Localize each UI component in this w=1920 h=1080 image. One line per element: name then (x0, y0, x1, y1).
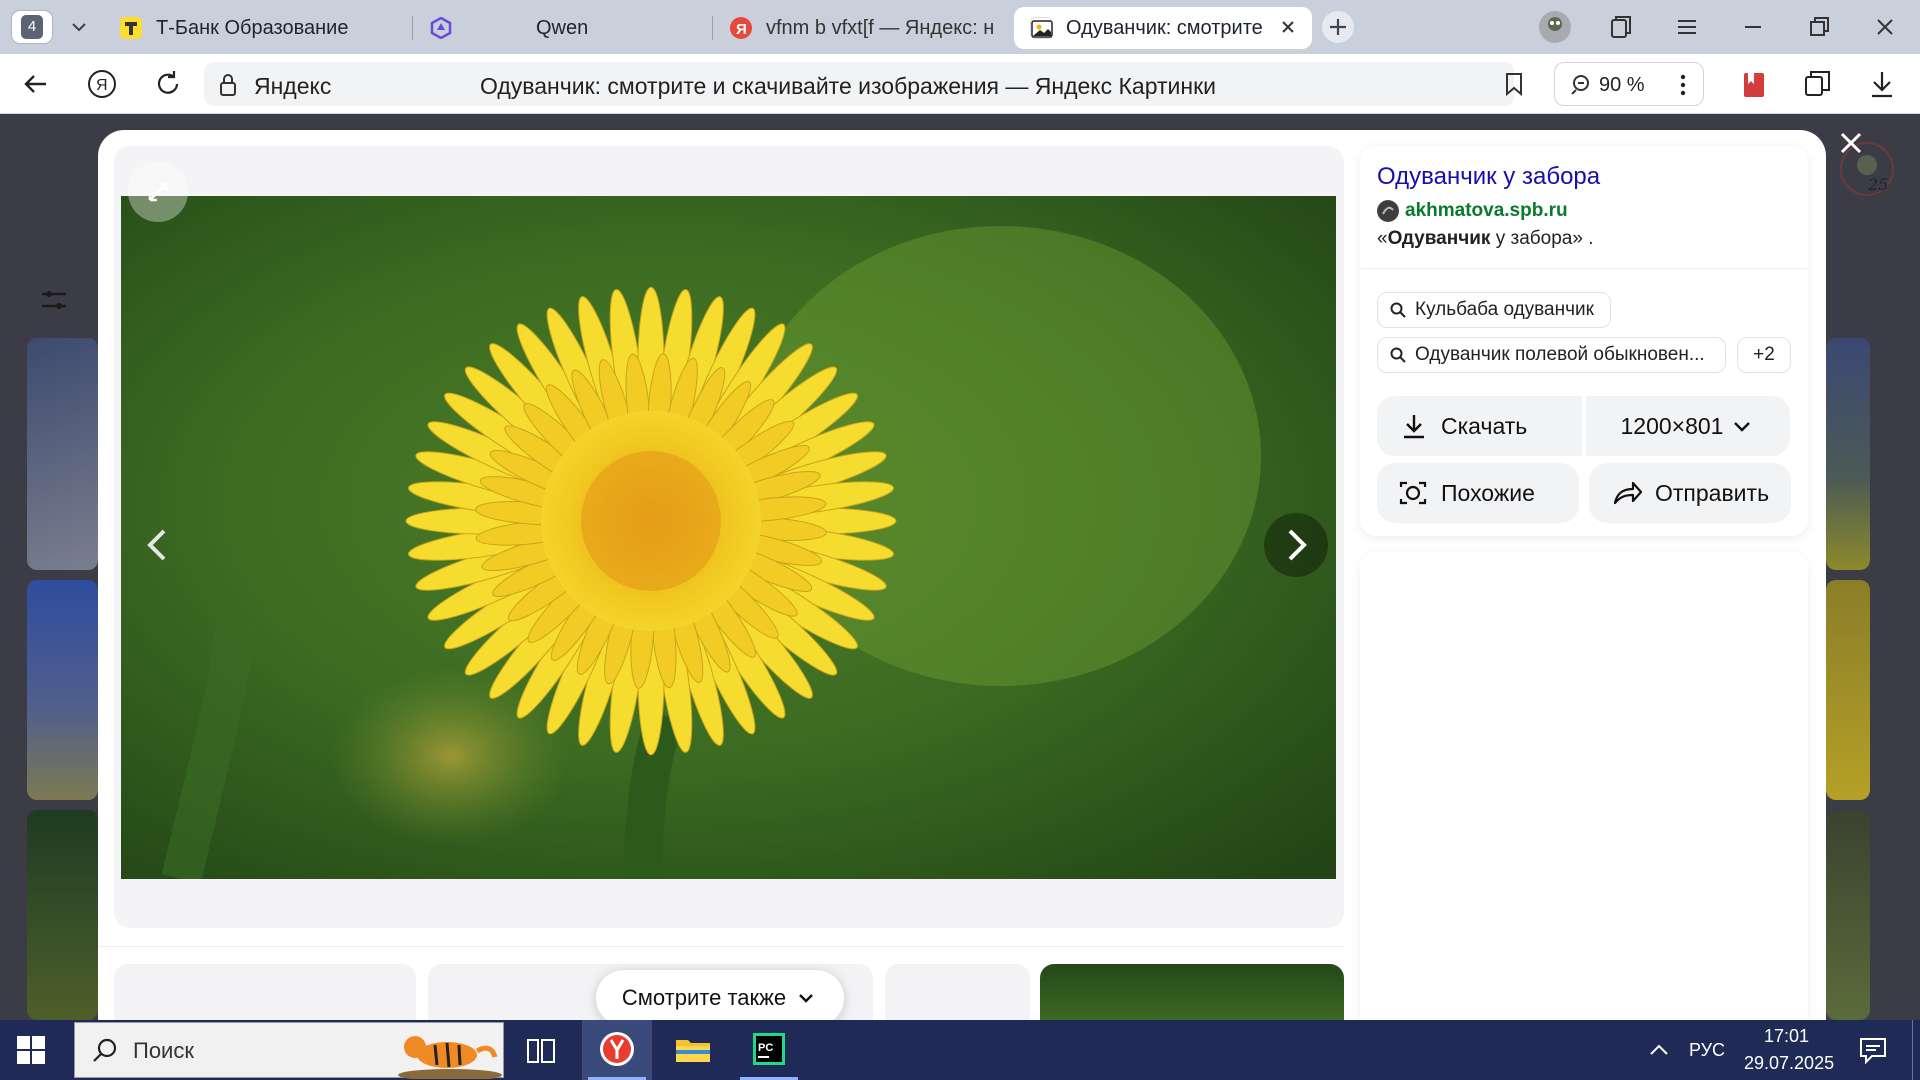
clock-date[interactable]: 29.07.2025 (1744, 1053, 1834, 1074)
address-bar[interactable]: Яндекс Одуванчик: смотрите и скачивайте … (204, 62, 1522, 106)
tab-title: Qwen (536, 16, 589, 39)
tab-yandex-search[interactable]: Я vfnm b vfxt[f — Яндекс: н (730, 7, 1000, 49)
task-view-icon[interactable] (506, 1020, 576, 1080)
expand-fullscreen-icon[interactable] (128, 162, 188, 222)
yandex-browser-taskbar-icon[interactable] (582, 1020, 652, 1080)
windows-start-icon[interactable] (16, 1035, 46, 1065)
svg-text:25: 25 (1867, 175, 1888, 194)
more-tags-chip[interactable]: +2 (1737, 337, 1791, 373)
search-icon (91, 1037, 119, 1070)
image-icon (1030, 17, 1053, 39)
related-query-chip[interactable]: Одуванчик полевой обыкновен... (1377, 337, 1726, 373)
tab-title: Т-Банк Образование (156, 16, 349, 39)
tab-strip: 4 Т-Банк Образование Qwen Я vfnm b vfxt[… (0, 0, 1920, 54)
background-thumbnail (27, 810, 98, 1020)
chevron-down-icon (1734, 422, 1751, 432)
download-icon (1404, 415, 1424, 439)
result-title-link[interactable]: Одуванчик у забора (1377, 163, 1600, 191)
zoom-level: 90 % (1599, 74, 1645, 96)
keyboard-language[interactable]: РУС (1689, 1040, 1725, 1061)
share-button[interactable]: Отправить (1589, 463, 1791, 523)
extension-icon[interactable] (1736, 66, 1772, 102)
next-image-icon[interactable] (1264, 513, 1328, 577)
yandex-icon: Я (730, 17, 752, 39)
search-icon (1390, 302, 1406, 318)
result-snippet: «Одуванчик у забора» . (1377, 228, 1594, 249)
svg-text:Я: Я (96, 77, 108, 94)
tab-title: Одуванчик: смотрите и ск (1066, 16, 1266, 39)
address-domain: Яндекс (254, 73, 332, 99)
tab-list-chevron-icon[interactable] (64, 13, 94, 41)
tab-tbank[interactable]: Т-Банк Образование (120, 7, 400, 49)
svg-text:PC: PC (758, 1042, 773, 1054)
close-viewer-icon[interactable] (1834, 126, 1868, 160)
tab-counter-button[interactable]: 4 (12, 11, 52, 43)
lock-icon (216, 72, 240, 103)
divider (98, 946, 1344, 947)
divider (1361, 268, 1807, 269)
navigation-bar: Я Яндекс Одуванчик: смотрите и скачивайт… (0, 54, 1920, 114)
zoom-indicator[interactable]: 90 % (1554, 62, 1704, 106)
pycharm-icon[interactable]: PC (734, 1020, 804, 1080)
new-tab-plus-icon[interactable] (1322, 11, 1354, 43)
camera-scan-icon (1399, 481, 1427, 505)
share-arrow-icon (1613, 481, 1643, 505)
reload-icon[interactable] (150, 66, 186, 102)
source-domain: akhmatova.spb.ru (1405, 200, 1568, 221)
side-panel-lower (1360, 552, 1808, 1032)
svg-text:Я: Я (736, 21, 747, 38)
tbank-icon (120, 17, 142, 39)
search-placeholder: Поиск (133, 1038, 194, 1063)
previous-image-icon[interactable] (126, 513, 190, 577)
minimize-icon[interactable] (1736, 10, 1770, 44)
tab-separator (712, 16, 713, 40)
tab-qwen[interactable]: Qwen (430, 7, 690, 49)
zoom-magnifier-icon (1569, 73, 1593, 102)
restore-icon[interactable] (1802, 10, 1836, 44)
yandex-home-icon[interactable]: Я (84, 66, 120, 102)
download-button[interactable]: Скачать (1377, 396, 1582, 456)
see-also-button[interactable]: Смотрите также (596, 970, 844, 1026)
background-thumbnail (27, 580, 98, 800)
background-thumbnail (1826, 580, 1870, 800)
similar-images-button[interactable]: Похожие (1377, 463, 1579, 523)
image-size-dropdown[interactable]: 1200×801 (1586, 396, 1790, 456)
source-link[interactable]: akhmatova.spb.ru (1377, 199, 1568, 223)
collections-icon[interactable] (1604, 10, 1638, 44)
more-options-icon[interactable] (1673, 71, 1693, 104)
tiger-illustration-icon (395, 1023, 505, 1080)
tab-close-icon[interactable] (1278, 17, 1298, 43)
bookmark-icon[interactable] (1500, 70, 1528, 103)
tray-chevron-up-icon[interactable] (1646, 1038, 1672, 1067)
clock-time[interactable]: 17:01 (1764, 1026, 1809, 1047)
qwen-icon (430, 16, 452, 40)
background-thumbnail (1826, 810, 1870, 1020)
close-window-icon[interactable] (1868, 10, 1902, 44)
chevron-down-icon (799, 994, 813, 1003)
site-favicon-icon (1377, 200, 1399, 222)
notifications-icon[interactable] (1858, 1036, 1888, 1069)
search-icon (1390, 347, 1406, 363)
tabs-sync-icon[interactable] (1800, 66, 1836, 102)
file-explorer-icon[interactable] (658, 1020, 728, 1080)
tab-count: 4 (21, 15, 43, 39)
show-desktop-button[interactable] (1912, 1020, 1920, 1080)
dandelion-photo[interactable] (121, 196, 1336, 879)
tab-dandelion-images[interactable]: Одуванчик: смотрите и ск (1014, 7, 1312, 49)
tab-title: vfnm b vfxt[f — Яндекс: н (766, 16, 995, 39)
back-arrow-icon[interactable] (18, 66, 54, 102)
background-thumbnail (27, 338, 98, 570)
taskbar-search-input[interactable]: Поиск (74, 1022, 505, 1080)
menu-icon[interactable] (1670, 10, 1704, 44)
address-page-title: Одуванчик: смотрите и скачивайте изображ… (480, 73, 1216, 99)
filters-icon (34, 280, 74, 320)
related-query-chip[interactable]: Кульбаба одуванчик (1377, 292, 1611, 328)
background-thumbnail (1826, 338, 1870, 570)
profile-avatar-icon[interactable] (1538, 10, 1572, 44)
downloads-icon[interactable] (1864, 66, 1900, 102)
windows-taskbar: Поиск PC РУС 17:01 29.07.2025 (0, 1020, 1920, 1080)
tab-separator (412, 16, 413, 40)
